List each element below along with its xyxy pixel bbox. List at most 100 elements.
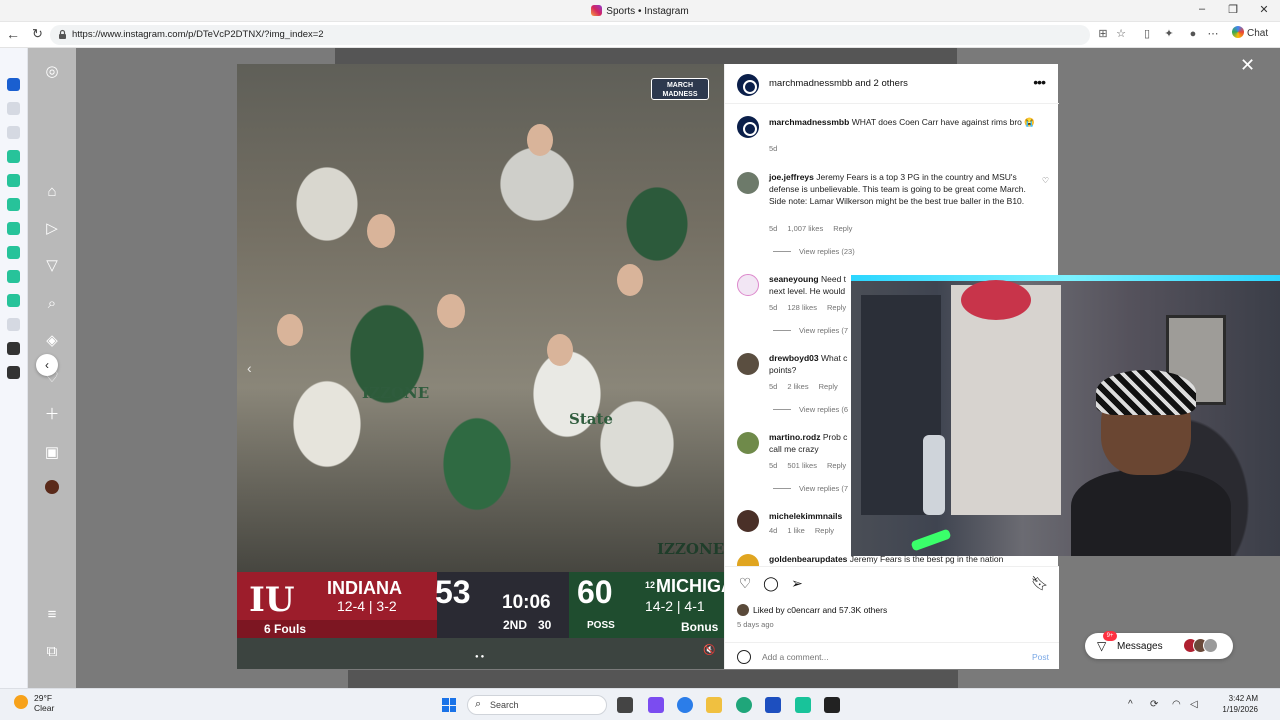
emoji-icon[interactable] bbox=[737, 650, 751, 664]
add-comment-input[interactable]: Add a comment... bbox=[762, 652, 829, 662]
fan-face bbox=[617, 264, 643, 296]
tab-icon[interactable] bbox=[7, 78, 20, 91]
messages-button[interactable]: ▽ 9+ Messages bbox=[1085, 631, 1233, 659]
window-close-icon[interactable]: ✕ bbox=[1256, 3, 1272, 16]
search-icon[interactable]: ⌕ bbox=[42, 294, 62, 314]
account-avatar[interactable] bbox=[737, 74, 759, 96]
tab-icon[interactable] bbox=[7, 102, 20, 115]
tab-icon[interactable] bbox=[7, 174, 20, 187]
back-arrow-icon[interactable]: ← bbox=[6, 26, 20, 42]
share-icon[interactable]: ➢ bbox=[789, 575, 805, 592]
edge-icon[interactable] bbox=[677, 697, 693, 713]
comment-text: marchmadnessmbb WHAT does Coen Carr have… bbox=[769, 117, 1035, 127]
post-video[interactable]: IZZONE State IZZONE MARCH MADNESS ‹ IU I… bbox=[237, 64, 724, 669]
task-view-icon[interactable] bbox=[617, 697, 633, 713]
tab-icon[interactable] bbox=[7, 222, 20, 235]
messenger-icon[interactable]: ▽ bbox=[42, 256, 62, 276]
install-app-icon[interactable]: ⊞ bbox=[1096, 27, 1110, 41]
close-modal-icon[interactable]: ✕ bbox=[1240, 56, 1255, 74]
commenter-avatar[interactable] bbox=[737, 274, 759, 296]
shirt-text: State bbox=[569, 410, 613, 428]
indiana-logo: IU bbox=[249, 580, 295, 620]
more-options-icon[interactable]: ••• bbox=[1033, 74, 1046, 90]
taskbar-search[interactable]: ⌕ Search bbox=[467, 695, 607, 715]
window-title: Sports • Instagram bbox=[0, 5, 1280, 17]
app-icon[interactable] bbox=[824, 697, 840, 713]
sidebar-toggle-icon[interactable]: ▯ bbox=[1140, 27, 1154, 41]
create-plus-icon[interactable]: ＋ bbox=[42, 405, 62, 425]
browser-menu-icon[interactable]: ⋯ bbox=[1206, 27, 1220, 41]
chat-button[interactable]: Chat bbox=[1232, 26, 1268, 44]
previous-post-button[interactable]: ‹ bbox=[36, 354, 58, 376]
url-bar[interactable]: https://www.instagram.com/p/DTeVcP2DTNX/… bbox=[50, 25, 1090, 45]
explore-icon[interactable]: ◈ bbox=[42, 331, 62, 351]
commenter-avatar[interactable] bbox=[737, 116, 759, 138]
calendar-app-icon[interactable] bbox=[765, 697, 781, 713]
wall-poster bbox=[951, 285, 1061, 515]
volume-icon[interactable]: ◁ bbox=[1190, 699, 1198, 710]
tab-icon[interactable] bbox=[7, 198, 20, 211]
commenter-avatar[interactable] bbox=[737, 353, 759, 375]
commenter-avatar[interactable] bbox=[737, 554, 759, 566]
dashboard-icon[interactable]: ▣ bbox=[42, 443, 62, 463]
favorite-star-icon[interactable]: ☆ bbox=[1114, 27, 1128, 41]
view-replies-link[interactable]: View replies (23) bbox=[773, 247, 855, 256]
shot-clock: 30 bbox=[538, 618, 552, 632]
maximize-icon[interactable]: ❐ bbox=[1225, 3, 1241, 16]
profile-avatar-icon[interactable]: ● bbox=[1186, 27, 1200, 41]
likes-summary[interactable]: Liked by c0encarr and 57.3K others bbox=[737, 604, 887, 616]
tray-chevron-icon[interactable]: ^ bbox=[1128, 699, 1133, 710]
instagram-logo-icon[interactable]: ◎ bbox=[42, 62, 62, 82]
contact-avatar bbox=[1203, 638, 1218, 653]
tray-app-icon[interactable]: ⟳ bbox=[1150, 699, 1158, 710]
tab-icon[interactable] bbox=[7, 342, 20, 355]
away-seed: 12 bbox=[645, 580, 656, 590]
commenter-avatar[interactable] bbox=[737, 510, 759, 532]
start-windows-icon[interactable] bbox=[442, 698, 456, 712]
tab-icon[interactable] bbox=[7, 318, 20, 331]
comment-icon[interactable]: ◯ bbox=[763, 575, 779, 592]
messages-badge: 9+ bbox=[1103, 631, 1117, 641]
minimize-icon[interactable]: – bbox=[1194, 3, 1210, 15]
crowd-scene bbox=[237, 64, 724, 604]
more-menu-icon[interactable]: ≡ bbox=[42, 605, 62, 625]
tab-icon[interactable] bbox=[7, 246, 20, 259]
view-replies-link[interactable]: View replies (7 bbox=[773, 484, 848, 493]
wifi-icon[interactable]: ◠ bbox=[1172, 699, 1181, 710]
reload-icon[interactable]: ↻ bbox=[32, 26, 43, 42]
march-madness-badge: MARCH MADNESS bbox=[651, 78, 709, 100]
fouls-text: 6 Fouls bbox=[264, 622, 307, 636]
heart-icon[interactable]: ♡ bbox=[737, 575, 753, 592]
screen: Sports • Instagram – ❐ ✕ ← ↻ https://www… bbox=[0, 0, 1280, 720]
home-record: 12-4 | 3-2 bbox=[337, 598, 397, 614]
post-comment-button[interactable]: Post bbox=[1032, 652, 1049, 662]
system-clock[interactable]: 3:42 AM 1/19/2026 bbox=[1208, 693, 1258, 715]
view-replies-link[interactable]: View replies (6 bbox=[773, 405, 848, 414]
clock-panel: 53 10:06 2ND 30 bbox=[435, 572, 569, 638]
tab-icon[interactable] bbox=[7, 366, 20, 379]
file-explorer-icon[interactable] bbox=[706, 697, 722, 713]
reels-icon[interactable]: ▷ bbox=[42, 219, 62, 239]
tab-icon[interactable] bbox=[7, 270, 20, 283]
comment-like-heart-icon[interactable]: ♡ bbox=[1042, 176, 1049, 185]
view-replies-link[interactable]: View replies (7 bbox=[773, 326, 848, 335]
post-authors[interactable]: marchmadnessmbb and 2 others bbox=[769, 78, 908, 89]
address-toolbar: ← ↻ https://www.instagram.com/p/DTeVcP2D… bbox=[0, 22, 1280, 48]
copilot-app-icon[interactable] bbox=[648, 697, 664, 713]
home-icon[interactable]: ⌂ bbox=[42, 182, 62, 202]
edge-active-icon[interactable] bbox=[736, 697, 752, 713]
app-icon[interactable] bbox=[795, 697, 811, 713]
bookmark-icon[interactable]: 🔖︎ bbox=[1031, 575, 1049, 592]
tab-icon[interactable] bbox=[7, 126, 20, 139]
comment-text: joe.jeffreys Jeremy Fears is a top 3 PG … bbox=[769, 172, 1026, 206]
also-from-meta-icon[interactable]: ⧉ bbox=[42, 642, 62, 662]
tab-icon[interactable] bbox=[7, 294, 20, 307]
tab-icon[interactable] bbox=[7, 150, 20, 163]
extensions-icon[interactable]: ✦ bbox=[1162, 27, 1176, 41]
commenter-avatar[interactable] bbox=[737, 432, 759, 454]
video-prev-arrow-icon[interactable]: ‹ bbox=[247, 360, 252, 376]
commenter-avatar[interactable] bbox=[737, 172, 759, 194]
mute-icon[interactable]: 🔇 bbox=[703, 645, 715, 656]
search-icon: ⌕ bbox=[475, 698, 482, 710]
profile-avatar[interactable] bbox=[42, 480, 62, 500]
